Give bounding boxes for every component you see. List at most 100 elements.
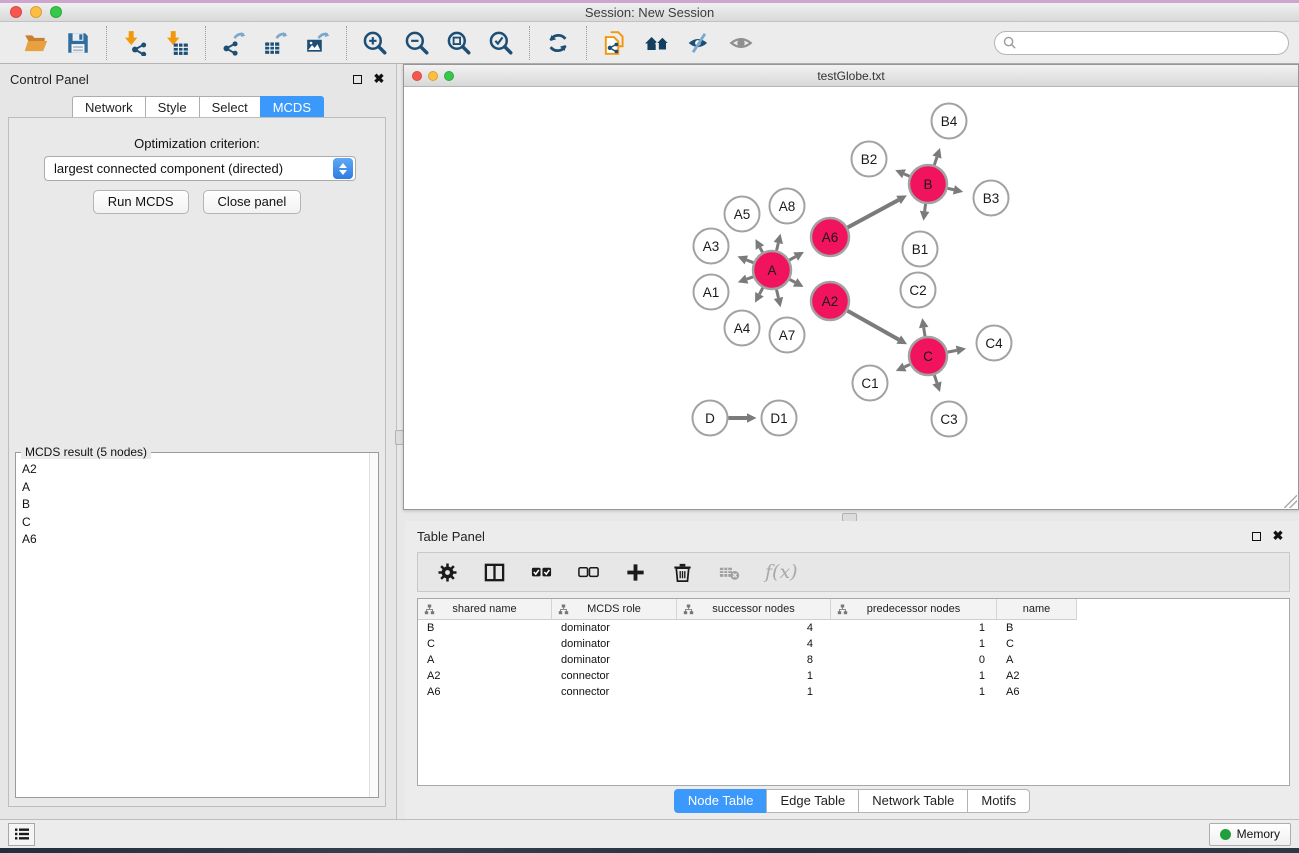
- graph-node-c2[interactable]: C2: [901, 273, 936, 308]
- zoom-selected-button[interactable]: [485, 27, 517, 59]
- save-session-button[interactable]: [62, 27, 94, 59]
- zoom-out-button[interactable]: [401, 27, 433, 59]
- result-scrollbar[interactable]: [369, 453, 378, 797]
- split-panel-button[interactable]: [483, 561, 506, 584]
- mcds-result-item[interactable]: C: [16, 514, 378, 532]
- column-header-successor-nodes[interactable]: successor nodes: [677, 599, 831, 620]
- import-network-button[interactable]: [119, 27, 151, 59]
- svg-text:D1: D1: [770, 411, 787, 426]
- task-history-button[interactable]: [8, 823, 35, 846]
- graph-node-a1[interactable]: A1: [694, 275, 729, 310]
- graph-node-b2[interactable]: B2: [852, 142, 887, 177]
- network-canvas[interactable]: B4 B2 B B3 A5 A8A6 A3 B1 A A1 A2 C2 A4 A7 C4 C C1 C3 D D1: [404, 87, 1298, 508]
- new-network-from-selection-button[interactable]: [599, 27, 631, 59]
- apply-layout-button[interactable]: [542, 27, 574, 59]
- tab-network-table[interactable]: Network Table: [858, 789, 967, 813]
- deselect-all-columns-button[interactable]: [577, 561, 600, 584]
- tab-motifs[interactable]: Motifs: [967, 789, 1030, 813]
- column-header-predecessor-nodes[interactable]: predecessor nodes: [831, 599, 997, 620]
- window-resize-handle[interactable]: [1284, 495, 1297, 508]
- hide-selected-button[interactable]: [683, 27, 715, 59]
- table-settings-button[interactable]: [436, 561, 459, 584]
- mcds-result-item[interactable]: A6: [16, 531, 378, 549]
- graph-node-d[interactable]: D: [693, 401, 728, 436]
- graph-node-b3[interactable]: B3: [974, 181, 1009, 216]
- svg-text:B3: B3: [983, 191, 1000, 206]
- mcds-result-item[interactable]: B: [16, 496, 378, 514]
- search-input[interactable]: [1021, 36, 1280, 50]
- first-neighbors-button[interactable]: [641, 27, 673, 59]
- graph-node-a[interactable]: A: [753, 251, 791, 289]
- zoom-fit-button[interactable]: [443, 27, 475, 59]
- graph-edge[interactable]: [924, 328, 925, 337]
- optimization-criterion-dropdown[interactable]: largest connected component (directed): [44, 156, 356, 181]
- graph-node-b1[interactable]: B1: [903, 232, 938, 267]
- float-table-panel-icon[interactable]: [1249, 529, 1263, 543]
- open-file-button[interactable]: [20, 27, 52, 59]
- graph-edge[interactable]: [760, 247, 763, 252]
- memory-button[interactable]: Memory: [1209, 823, 1291, 846]
- graph-edge[interactable]: [776, 289, 778, 297]
- graph-node-a7[interactable]: A7: [770, 318, 805, 353]
- tab-node-table[interactable]: Node Table: [674, 789, 767, 813]
- graph-node-b4[interactable]: B4: [932, 104, 967, 139]
- graph-edge[interactable]: [904, 174, 910, 176]
- mcds-result-item[interactable]: A: [16, 479, 378, 497]
- graph-node-c3[interactable]: C3: [932, 402, 967, 437]
- graph-node-a4[interactable]: A4: [725, 311, 760, 346]
- graph-edge[interactable]: [759, 288, 762, 294]
- column-header-shared-name[interactable]: shared name: [418, 599, 552, 620]
- close-panel-button[interactable]: Close panel: [203, 190, 302, 214]
- graph-edge[interactable]: [948, 188, 954, 189]
- export-network-button[interactable]: [218, 27, 250, 59]
- graph-node-a2[interactable]: A2: [811, 282, 849, 320]
- graph-node-d1[interactable]: D1: [762, 401, 797, 436]
- graph-edge[interactable]: [934, 157, 937, 165]
- table-row[interactable]: Cdominator41C: [418, 636, 1289, 652]
- graph-edge[interactable]: [847, 311, 898, 340]
- run-mcds-button[interactable]: Run MCDS: [93, 190, 189, 214]
- svg-text:A5: A5: [734, 207, 751, 222]
- add-column-button[interactable]: [624, 561, 647, 584]
- dropdown-stepper-icon: [333, 158, 353, 179]
- graph-node-b[interactable]: B: [909, 165, 947, 203]
- graph-edge[interactable]: [790, 279, 796, 282]
- graph-node-c4[interactable]: C4: [977, 326, 1012, 361]
- export-table-button[interactable]: [260, 27, 292, 59]
- graph-node-a8[interactable]: A8: [770, 189, 805, 224]
- graph-edge[interactable]: [777, 243, 779, 251]
- close-panel-icon[interactable]: ✖: [372, 72, 386, 86]
- search-field[interactable]: [994, 31, 1289, 55]
- table-row[interactable]: A6connector11A6: [418, 684, 1289, 700]
- graph-edge[interactable]: [789, 257, 795, 261]
- graph-edge[interactable]: [747, 277, 753, 279]
- show-all-button[interactable]: [725, 27, 757, 59]
- table-row[interactable]: Bdominator41B: [418, 620, 1289, 636]
- graph-node-c1[interactable]: C1: [853, 366, 888, 401]
- column-header-name[interactable]: name: [997, 599, 1077, 620]
- select-all-columns-button[interactable]: [530, 561, 553, 584]
- export-image-button[interactable]: [302, 27, 334, 59]
- float-panel-icon[interactable]: [350, 72, 364, 86]
- graph-node-a3[interactable]: A3: [694, 229, 729, 264]
- graph-node-c[interactable]: C: [909, 337, 947, 375]
- table-row[interactable]: Adominator80A: [418, 652, 1289, 668]
- zoom-in-button[interactable]: [359, 27, 391, 59]
- close-table-panel-icon[interactable]: ✖: [1271, 529, 1285, 543]
- graph-edge[interactable]: [746, 260, 753, 263]
- delete-columns-button[interactable]: [671, 561, 694, 584]
- graph-node-a6[interactable]: A6: [811, 218, 849, 256]
- svg-text:A2: A2: [822, 294, 839, 309]
- import-table-button[interactable]: [161, 27, 193, 59]
- delete-table-icon: [718, 561, 741, 584]
- column-header-MCDS-role[interactable]: MCDS role: [552, 599, 677, 620]
- table-row[interactable]: A2connector11A2: [418, 668, 1289, 684]
- graph-node-a5[interactable]: A5: [725, 197, 760, 232]
- graph-edge[interactable]: [904, 364, 909, 367]
- tab-edge-table[interactable]: Edge Table: [766, 789, 858, 813]
- graph-edge[interactable]: [934, 375, 937, 383]
- mcds-result-item[interactable]: A2: [16, 461, 378, 479]
- graph-edge[interactable]: [948, 350, 957, 352]
- graph-edge[interactable]: [848, 200, 899, 228]
- graph-edge[interactable]: [925, 204, 926, 211]
